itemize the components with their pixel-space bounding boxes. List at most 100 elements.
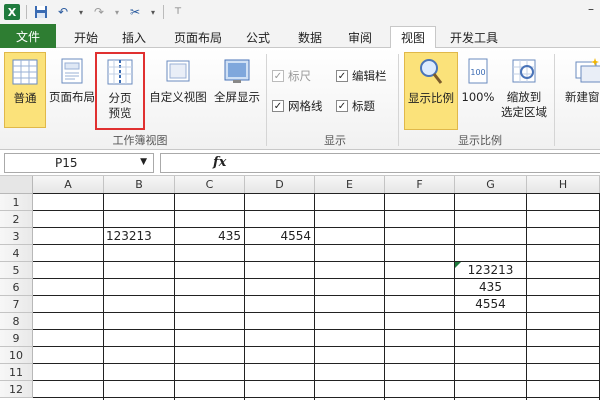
zoom-100-icon: 100 [468,58,488,84]
grid-row-line [33,363,600,364]
ruler-label: 标尺 [288,69,311,83]
grid-row-line [33,329,600,330]
cell-g5[interactable]: 123213 [455,262,526,278]
formula-input[interactable]: fx [160,153,600,173]
tab-review[interactable]: 审阅 [338,26,382,48]
error-indicator-icon [455,262,461,268]
grid-column-line [384,194,385,400]
tab-home[interactable]: 开始 [64,26,108,48]
row-header-11[interactable]: 11 [0,364,33,381]
save-icon[interactable] [33,4,49,20]
zoom-to-selection-button[interactable]: 缩放到 选定区域 [498,56,550,120]
undo-icon[interactable]: ↶ [55,4,71,20]
row-header-4[interactable]: 4 [0,245,33,262]
formula-bar-label: 编辑栏 [352,69,387,83]
grid-row-line [33,244,600,245]
gridlines-check-icon: ✓ [272,100,284,112]
column-header-g[interactable]: G [455,176,527,194]
page-layout-view-label: 页面布局 [49,90,95,104]
column-header-c[interactable]: C [175,176,245,194]
row-header-7[interactable]: 7 [0,296,33,313]
ribbon-panel: 普通 页面布局 分页 预览 自定义视图 全屏显示 工作簿视图 ✓ 标尺 ✓ 编辑… [0,48,600,150]
cell-d3[interactable]: 4554 [245,228,314,244]
minimize-button[interactable]: – [588,2,594,16]
group-divider [398,54,399,146]
tab-file[interactable]: 文件 [0,24,56,48]
formula-bar-check-icon: ✓ [336,70,348,82]
row-header-2[interactable]: 2 [0,211,33,228]
tab-data[interactable]: 数据 [288,26,332,48]
page-layout-icon [61,58,83,84]
workbook-views-group-label: 工作簿视图 [112,134,168,147]
row-header-1[interactable]: 1 [0,194,33,211]
page-break-preview-icon [107,59,133,85]
zoom-100-button[interactable]: 100 100% [460,56,496,105]
tab-page-layout[interactable]: 页面布局 [166,26,230,48]
svg-text:100: 100 [470,68,485,77]
show-group-label: 显示 [324,134,346,147]
new-window-button[interactable]: 新建窗口 [558,56,600,105]
normal-view-button[interactable]: 普通 [4,52,46,128]
page-layout-view-button[interactable]: 页面布局 [48,56,96,105]
zoom-button[interactable]: 显示比例 [404,52,458,130]
new-window-label: 新建窗口 [565,90,600,104]
grid-column-line [526,194,527,400]
select-all-corner[interactable] [0,176,33,194]
cell-b3[interactable]: 123213 [104,228,174,244]
cell-g6[interactable]: 435 [455,279,526,295]
customize-qat-icon[interactable]: ⊤ [170,4,186,20]
fx-icon[interactable]: fx [213,155,226,170]
column-header-d[interactable]: D [245,176,315,194]
gridlines-checkbox[interactable]: ✓ 网格线 [272,98,323,114]
page-break-preview-label-line1: 分页 [108,91,132,105]
zoom-label: 显示比例 [408,91,454,105]
zoom-to-selection-label-line1: 缩放到 [506,90,542,104]
formula-bar-checkbox[interactable]: ✓ 编辑栏 [336,68,387,84]
group-divider [266,54,267,146]
name-box-dropdown-icon[interactable]: ▼ [140,157,147,167]
grid-row-line [33,380,600,381]
worksheet-grid[interactable]: ABCDEFGH 1 2 3 4 5 6 7 8 9 10 11 12 123213 435 4554 12… [0,176,600,400]
cell-g7[interactable]: 4554 [455,296,526,312]
row-header-9[interactable]: 9 [0,330,33,347]
undo-dropdown-icon[interactable]: ▾ [77,4,85,20]
redo-dropdown-icon[interactable]: ▾ [113,4,121,20]
row-header-5[interactable]: 5 [0,262,33,279]
new-window-icon [575,58,600,83]
custom-views-button[interactable]: 自定义视图 [148,56,208,105]
ribbon-tabs: 文件 开始 插入 页面布局 公式 数据 审阅 视图 开发工具 [0,24,600,49]
tab-insert[interactable]: 插入 [112,26,156,48]
zoom-to-selection-label-line2: 选定区域 [501,105,547,119]
custom-views-icon [166,60,190,82]
column-header-b[interactable]: B [104,176,175,194]
group-divider [554,54,555,146]
column-header-h[interactable]: H [527,176,600,194]
column-header-a[interactable]: A [33,176,104,194]
ruler-checkbox[interactable]: ✓ 标尺 [272,68,311,84]
grid-column-line [244,194,245,400]
column-header-e[interactable]: E [315,176,385,194]
full-screen-button[interactable]: 全屏显示 [210,56,264,105]
zoom-to-selection-icon [512,59,536,83]
format-painter-icon[interactable]: ✂ [127,4,143,20]
row-header-12[interactable]: 12 [0,381,33,398]
name-box[interactable]: P15 ▼ [4,153,154,173]
tab-formulas[interactable]: 公式 [236,26,280,48]
customize-dropdown-icon[interactable]: ▾ [149,4,157,20]
name-box-value: P15 [55,156,78,170]
full-screen-icon [224,59,250,83]
row-header-10[interactable]: 10 [0,347,33,364]
row-header-6[interactable]: 6 [0,279,33,296]
column-header-f[interactable]: F [385,176,455,194]
row-header-3[interactable]: 3 [0,228,33,245]
grid-row-line [33,193,600,194]
headings-checkbox[interactable]: ✓ 标题 [336,98,375,114]
excel-logo-icon: X [4,4,20,20]
page-break-preview-button[interactable]: 分页 预览 [95,52,145,130]
row-header-8[interactable]: 8 [0,313,33,330]
redo-icon[interactable]: ↷ [91,4,107,20]
tab-developer[interactable]: 开发工具 [442,26,506,48]
tab-view[interactable]: 视图 [390,26,436,49]
cell-c3[interactable]: 435 [175,228,244,244]
headings-label: 标题 [352,99,375,113]
